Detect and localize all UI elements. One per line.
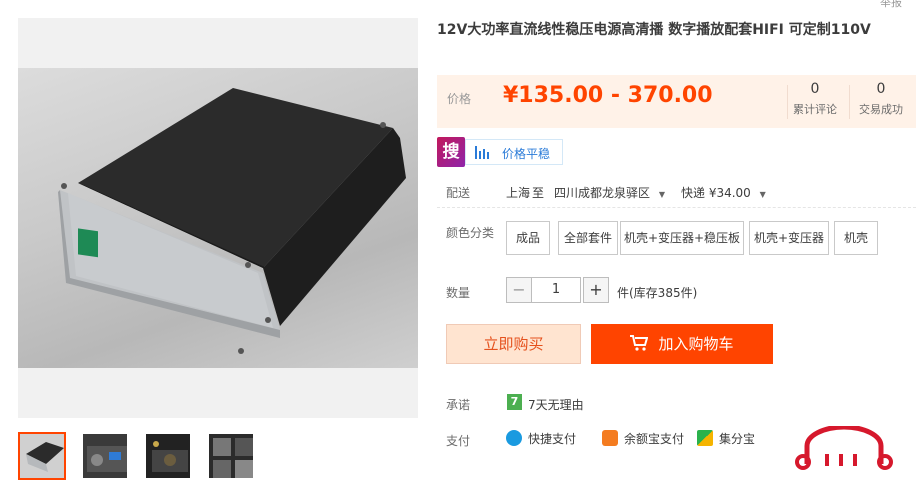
sales-stat: 0 交易成功	[853, 81, 909, 117]
payment-method-label: 集分宝	[719, 432, 756, 446]
price-stable-label: 价格平稳	[502, 147, 551, 161]
price-label: 价格	[447, 92, 472, 106]
ship-destination-select[interactable]: 四川成都龙泉驿区 ▼	[554, 184, 665, 201]
yuebao-icon	[602, 430, 618, 446]
seven-day-icon: 7	[507, 394, 522, 410]
option-item[interactable]: 机壳+变压器+稳压板	[620, 221, 744, 255]
quantity-input[interactable]: 1	[531, 277, 581, 303]
payment-method[interactable]: 快捷支付	[506, 430, 576, 448]
add-to-cart-label: 加入购物车	[658, 335, 734, 353]
option-list: 成品 全部套件 机壳+变压器+稳压板 机壳+变压器 机壳	[506, 221, 916, 255]
option-label: 颜色分类	[446, 226, 495, 240]
product-title: 12V大功率直流线性稳压电源高清播 数字播放配套HIFI 可定制110V	[437, 22, 871, 38]
quantity-stepper: − 1 +	[506, 277, 610, 303]
product-gallery	[18, 18, 418, 418]
payment-method-label: 快捷支付	[528, 432, 577, 446]
thumbnail-2[interactable]	[81, 432, 129, 480]
payment-methods: 快捷支付 余额宝支付 集分宝	[506, 430, 806, 450]
buy-now-button[interactable]: 立即购买	[446, 324, 581, 364]
review-label: 累计评论	[793, 103, 837, 116]
stock-text: 件(库存385件)	[617, 286, 698, 300]
price-box: 价格 ¥135.00 - 370.00 0 累计评论 0 交易成功	[437, 75, 916, 128]
sou-badge[interactable]: 搜	[437, 137, 465, 167]
shop-logo	[795, 424, 893, 473]
option-item[interactable]: 全部套件	[558, 221, 618, 255]
payment-label: 支付	[446, 434, 471, 448]
sales-label: 交易成功	[859, 103, 903, 116]
promise-text[interactable]: 7天无理由	[528, 396, 584, 413]
shipping-label: 配送	[446, 186, 471, 200]
sales-count: 0	[876, 81, 886, 97]
stat-divider	[849, 85, 850, 119]
price-stable-badge[interactable]: 价格平稳	[465, 139, 563, 165]
price-range: ¥135.00 - 370.00	[503, 83, 713, 108]
bar-chart-icon	[475, 146, 491, 162]
option-item[interactable]: 机壳	[834, 221, 878, 255]
thumbnail-3[interactable]	[144, 432, 192, 480]
thumbnail-4[interactable]	[207, 432, 255, 480]
jifenbao-icon	[697, 430, 713, 446]
report-link[interactable]: 举报	[880, 0, 902, 10]
ship-destination: 四川成都龙泉驿区	[554, 186, 651, 200]
cart-icon	[630, 326, 649, 366]
quantity-plus-button[interactable]: +	[583, 277, 609, 303]
ship-method-select[interactable]: 快递 ¥34.00 ▼	[681, 184, 766, 201]
add-to-cart-button[interactable]: 加入购物车	[591, 324, 773, 364]
quantity-minus-button[interactable]: −	[506, 277, 532, 303]
option-item[interactable]: 成品	[506, 221, 550, 255]
thumbnail-1[interactable]	[18, 432, 66, 480]
main-product-image[interactable]	[18, 68, 418, 368]
caret-down-icon: ▼	[658, 190, 665, 199]
payment-method[interactable]: 余额宝支付	[602, 430, 684, 448]
quick-pay-icon	[506, 430, 522, 446]
ship-from: 上海	[506, 186, 531, 200]
caret-down-icon: ▼	[759, 190, 766, 199]
payment-method[interactable]: 集分宝	[697, 430, 755, 448]
review-count: 0	[810, 81, 820, 97]
option-item[interactable]: 机壳+变压器	[749, 221, 829, 255]
review-stat[interactable]: 0 累计评论	[787, 81, 843, 117]
section-divider	[437, 207, 916, 209]
ship-method: 快递 ¥34.00	[681, 186, 751, 200]
payment-method-label: 余额宝支付	[624, 432, 685, 446]
ship-to-word: 至	[532, 186, 545, 200]
promise-label: 承诺	[446, 398, 471, 412]
product-photo	[58, 88, 406, 354]
quantity-label: 数量	[446, 286, 471, 300]
